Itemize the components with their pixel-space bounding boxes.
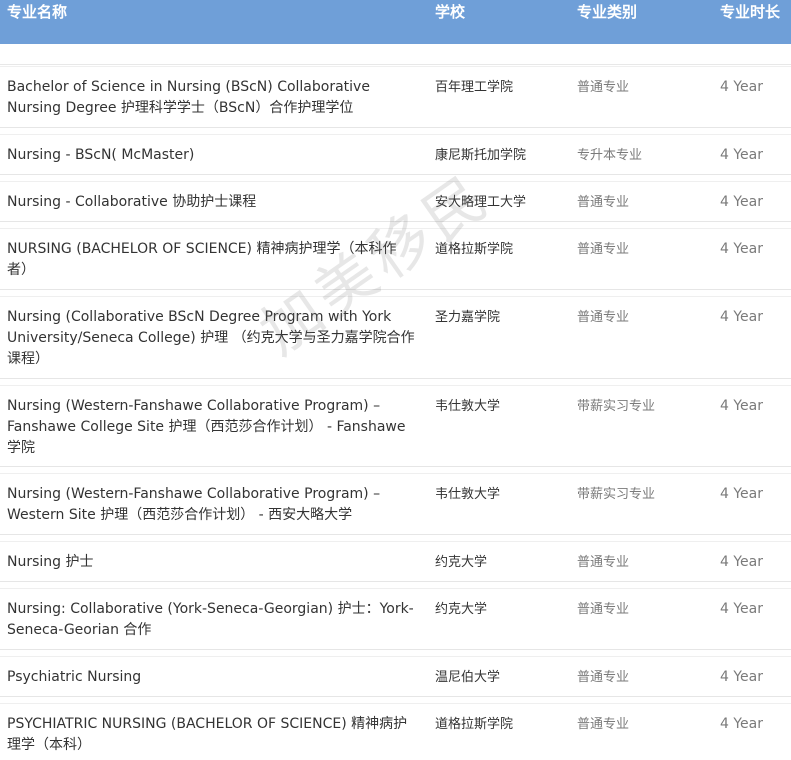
school-name: 约克大学 xyxy=(435,555,488,570)
program-type: 普通专业 xyxy=(577,670,630,685)
empty-row xyxy=(0,44,791,65)
table-row[interactable]: Bachelor of Science in Nursing (BScN) Co… xyxy=(0,66,791,128)
program-duration: 4 Year xyxy=(720,398,763,414)
program-type: 普通专业 xyxy=(577,80,630,95)
program-duration: 4 Year xyxy=(720,194,763,210)
program-duration: 4 Year xyxy=(720,716,763,732)
program-type: 普通专业 xyxy=(577,195,630,210)
program-name[interactable]: Nursing 护士 xyxy=(7,552,417,573)
program-type: 普通专业 xyxy=(577,717,630,732)
program-name[interactable]: Nursing (Collaborative BScN Degree Progr… xyxy=(7,307,417,370)
table-header: 专业名称 学校 专业类别 专业时长 xyxy=(0,0,791,44)
school-name: 韦仕敦大学 xyxy=(435,399,501,414)
program-type: 普通专业 xyxy=(577,310,630,325)
program-name[interactable]: Nursing (Western-Fanshawe Collaborative … xyxy=(7,396,417,459)
program-name[interactable]: NURSING (BACHELOR OF SCIENCE) 精神病护理学（本科作… xyxy=(7,239,417,281)
program-duration: 4 Year xyxy=(720,554,763,570)
program-duration: 4 Year xyxy=(720,241,763,257)
program-duration: 4 Year xyxy=(720,669,763,685)
program-name[interactable]: Nursing - Collaborative 协助护士课程 xyxy=(7,192,417,213)
program-duration: 4 Year xyxy=(720,601,763,617)
program-type: 普通专业 xyxy=(577,602,630,617)
program-name[interactable]: Psychiatric Nursing xyxy=(7,667,417,688)
program-type: 专升本专业 xyxy=(577,148,643,163)
table-row[interactable]: Psychiatric Nursing 温尼伯大学 普通专业 4 Year xyxy=(0,656,791,697)
table-row[interactable]: PSYCHIATRIC NURSING (BACHELOR OF SCIENCE… xyxy=(0,703,791,760)
program-duration: 4 Year xyxy=(720,79,763,95)
school-name: 温尼伯大学 xyxy=(435,670,501,685)
school-name: 安大略理工大学 xyxy=(435,195,527,210)
program-duration: 4 Year xyxy=(720,147,763,163)
program-name[interactable]: PSYCHIATRIC NURSING (BACHELOR OF SCIENCE… xyxy=(7,714,417,756)
school-name: 韦仕敦大学 xyxy=(435,487,501,502)
table-row[interactable]: Nursing (Collaborative BScN Degree Progr… xyxy=(0,296,791,379)
header-program-name[interactable]: 专业名称 xyxy=(7,2,67,22)
school-name: 圣力嘉学院 xyxy=(435,310,501,325)
program-duration: 4 Year xyxy=(720,309,763,325)
header-school[interactable]: 学校 xyxy=(435,2,465,22)
program-duration: 4 Year xyxy=(720,486,763,502)
table-row[interactable]: Nursing - Collaborative 协助护士课程 安大略理工大学 普… xyxy=(0,181,791,222)
header-program-type[interactable]: 专业类别 xyxy=(577,2,637,22)
program-type: 普通专业 xyxy=(577,242,630,257)
program-name[interactable]: Nursing: Collaborative (York-Seneca-Geor… xyxy=(7,599,417,641)
program-type: 带薪实习专业 xyxy=(577,399,656,414)
school-name: 道格拉斯学院 xyxy=(435,717,514,732)
school-name: 康尼斯托加学院 xyxy=(435,148,527,163)
school-name: 百年理工学院 xyxy=(435,80,514,95)
table-row[interactable]: Nursing 护士 约克大学 普通专业 4 Year xyxy=(0,541,791,582)
table-row[interactable]: Nursing: Collaborative (York-Seneca-Geor… xyxy=(0,588,791,650)
table-row[interactable]: Nursing - BScN( McMaster) 康尼斯托加学院 专升本专业 … xyxy=(0,134,791,175)
header-duration[interactable]: 专业时长 xyxy=(720,2,780,22)
school-name: 约克大学 xyxy=(435,602,488,617)
program-name[interactable]: Nursing (Western-Fanshawe Collaborative … xyxy=(7,484,417,526)
program-name[interactable]: Bachelor of Science in Nursing (BScN) Co… xyxy=(7,77,417,119)
program-name[interactable]: Nursing - BScN( McMaster) xyxy=(7,145,417,166)
table-row[interactable]: Nursing (Western-Fanshawe Collaborative … xyxy=(0,385,791,467)
program-type: 带薪实习专业 xyxy=(577,487,656,502)
table-row[interactable]: NURSING (BACHELOR OF SCIENCE) 精神病护理学（本科作… xyxy=(0,228,791,290)
school-name: 道格拉斯学院 xyxy=(435,242,514,257)
table-row[interactable]: Nursing (Western-Fanshawe Collaborative … xyxy=(0,473,791,535)
program-type: 普通专业 xyxy=(577,555,630,570)
